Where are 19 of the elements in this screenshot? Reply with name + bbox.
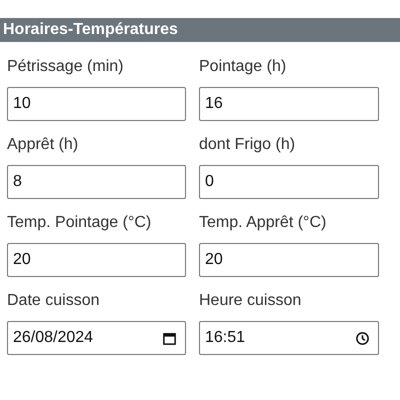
input-field[interactable]: 8 — [7, 165, 186, 199]
calendar-icon[interactable] — [162, 330, 177, 346]
field-label: Pétrissage (min) — [7, 57, 124, 77]
input-field[interactable]: 20 — [199, 243, 379, 277]
field-label: Temp. Apprêt (°C) — [199, 213, 328, 233]
input-field[interactable]: 16 — [199, 87, 379, 121]
field-label: Heure cuisson — [199, 291, 302, 311]
clock-icon[interactable] — [355, 330, 370, 346]
input-field[interactable]: 0 — [199, 165, 379, 199]
field-label: Pointage (h) — [199, 57, 288, 77]
field-label: dont Frigo (h) — [199, 135, 296, 155]
section-header: Horaires-Températures — [0, 18, 400, 42]
field-label: Temp. Pointage (°C) — [7, 213, 152, 233]
date-field[interactable]: 26/08/2024 — [7, 321, 186, 355]
field-label: Date cuisson — [7, 291, 100, 311]
time-field[interactable]: 16:51 — [199, 321, 379, 355]
input-field[interactable]: 20 — [7, 243, 186, 277]
input-field[interactable]: 10 — [7, 87, 186, 121]
field-label: Apprêt (h) — [7, 135, 80, 155]
